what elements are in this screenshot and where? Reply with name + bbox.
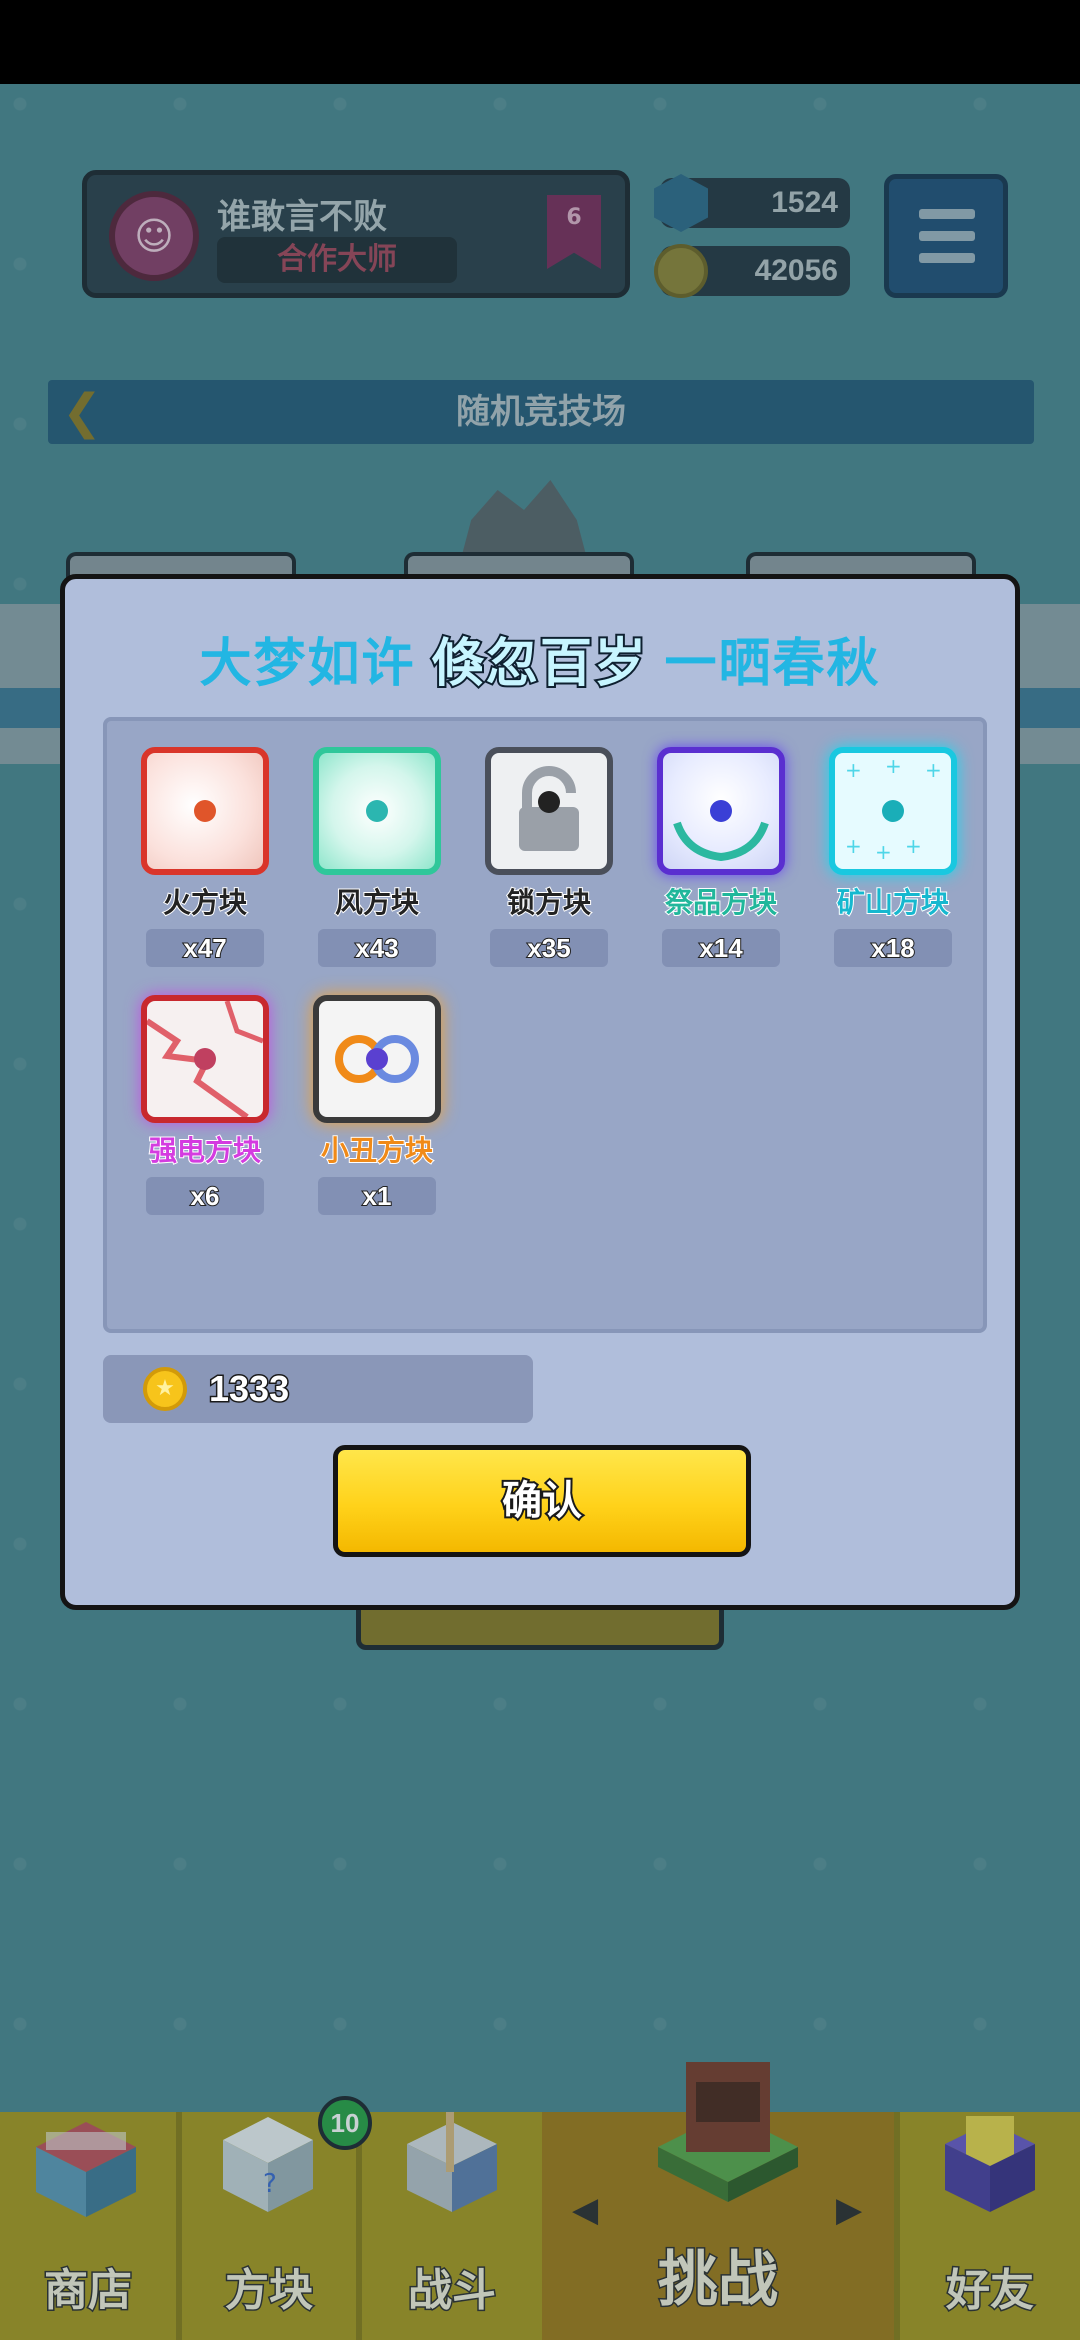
confirm-button[interactable]: 确认 [333,1445,751,1557]
svg-text:+: + [925,758,942,782]
item-clown-block[interactable]: 小丑方块 x1 [307,995,447,1215]
title-part-3: 一晒春秋 [664,635,881,693]
item-name: 矿山方块 [836,886,950,919]
item-wind-block[interactable]: 风方块 x43 [307,747,447,967]
cost-display: 1333 [103,1355,533,1423]
item-count: x47 [146,929,264,967]
item-name: 小丑方块 [320,1134,434,1167]
lightning-block-icon [141,995,269,1123]
lock-block-icon [485,747,613,875]
title-part-1: 大梦如许 [199,635,416,693]
reward-modal: 大梦如许 倏忽百岁 一晒春秋 火方块 x47 风方块 x43 锁方块 x35 祭… [60,574,1020,1610]
item-fire-block[interactable]: 火方块 x47 [135,747,275,967]
svg-text:+: + [845,834,862,858]
wind-block-icon [313,747,441,875]
modal-title: 大梦如许 倏忽百岁 一晒春秋 [65,621,1015,696]
cost-value: 1333 [207,1367,290,1411]
item-name: 风方块 [334,886,420,919]
item-offering-block[interactable]: 祭品方块 x14 [651,747,791,967]
svg-text:+: + [875,840,892,864]
item-count: x6 [146,1177,264,1215]
item-count: x43 [318,929,436,967]
item-name: 祭品方块 [664,886,778,919]
item-count: x1 [318,1177,436,1215]
item-mine-block[interactable]: + + + + + + 矿山方块 x18 [823,747,963,967]
item-count: x18 [834,929,952,967]
svg-text:+: + [885,754,902,778]
status-bar [0,0,1080,84]
items-panel: 火方块 x47 风方块 x43 锁方块 x35 祭品方块 x14 + + + +… [103,717,987,1333]
fire-block-icon [141,747,269,875]
mine-block-icon: + + + + + + [829,747,957,875]
item-lightning-block[interactable]: 强电方块 x6 [135,995,275,1215]
clown-block-icon [313,995,441,1123]
item-lock-block[interactable]: 锁方块 x35 [479,747,619,967]
svg-text:+: + [905,834,922,858]
item-name: 火方块 [162,886,248,919]
title-part-2: 倏忽百岁 [430,633,648,695]
item-name: 锁方块 [506,886,592,919]
item-count: x14 [662,929,780,967]
coin-icon [143,1367,187,1411]
svg-text:+: + [845,758,862,782]
confirm-label: 确认 [500,1477,584,1525]
offering-block-icon [657,747,785,875]
item-count: x35 [490,929,608,967]
item-name: 强电方块 [148,1134,262,1167]
